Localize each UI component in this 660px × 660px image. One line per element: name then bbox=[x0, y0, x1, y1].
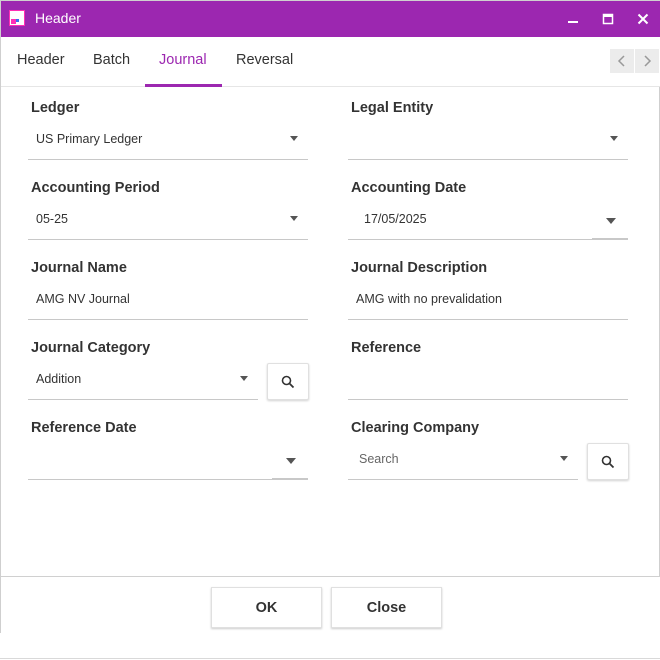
dropdown-arrow-icon bbox=[610, 136, 618, 141]
accounting-date-input[interactable]: 17/05/2025 bbox=[348, 200, 592, 240]
accounting-period-label: Accounting Period bbox=[31, 180, 160, 196]
window-title: Header bbox=[35, 10, 81, 26]
legal-entity-select[interactable] bbox=[348, 120, 628, 160]
dropdown-arrow-icon bbox=[560, 456, 568, 461]
accounting-date-value: 17/05/2025 bbox=[364, 212, 427, 226]
chevron-left-icon bbox=[617, 55, 625, 67]
dropdown-arrow-icon bbox=[290, 136, 298, 141]
tab-scroll-left-button[interactable] bbox=[610, 49, 634, 73]
journal-description-value: AMG with no prevalidation bbox=[356, 292, 502, 306]
maximize-icon bbox=[602, 13, 614, 25]
journal-description-label: Journal Description bbox=[351, 260, 488, 276]
journal-description-input[interactable]: AMG with no prevalidation bbox=[348, 280, 628, 320]
tab-header[interactable]: Header bbox=[17, 52, 65, 87]
app-icon bbox=[8, 9, 26, 27]
legal-entity-label: Legal Entity bbox=[351, 100, 434, 116]
chevron-right-icon bbox=[644, 55, 652, 67]
clearing-company-placeholder: Search bbox=[359, 452, 399, 466]
accounting-date-label: Accounting Date bbox=[351, 180, 467, 196]
close-icon bbox=[637, 13, 649, 25]
tab-bar: Header Batch Journal Reversal bbox=[1, 37, 660, 87]
ledger-label: Ledger bbox=[31, 100, 80, 116]
journal-name-input[interactable]: AMG NV Journal bbox=[28, 280, 308, 320]
dropdown-arrow-icon bbox=[240, 376, 248, 381]
dialog-footer: OK Close bbox=[1, 576, 660, 634]
minimize-icon bbox=[568, 21, 578, 23]
dropdown-arrow-icon bbox=[606, 218, 616, 224]
dropdown-arrow-icon bbox=[290, 216, 298, 221]
minimize-button[interactable] bbox=[555, 1, 591, 37]
tab-journal[interactable]: Journal bbox=[159, 52, 207, 87]
reference-label: Reference bbox=[351, 340, 422, 356]
clearing-company-select[interactable]: Search bbox=[348, 440, 578, 480]
tab-scroll-right-button[interactable] bbox=[635, 49, 659, 73]
accounting-period-value: 05-25 bbox=[36, 212, 68, 226]
accounting-date-picker-button[interactable] bbox=[592, 200, 628, 240]
background-divider bbox=[0, 658, 660, 659]
journal-category-value: Addition bbox=[36, 372, 82, 386]
tab-reversal[interactable]: Reversal bbox=[236, 52, 293, 87]
dialog-window: Header Header Batch Journal Reversal Led… bbox=[0, 0, 660, 634]
ledger-value: US Primary Ledger bbox=[36, 132, 143, 146]
journal-name-label: Journal Name bbox=[31, 260, 127, 276]
ledger-select[interactable]: US Primary Ledger bbox=[28, 120, 308, 160]
journal-category-search-button[interactable] bbox=[267, 363, 309, 400]
journal-category-label: Journal Category bbox=[31, 340, 151, 356]
search-icon bbox=[601, 455, 615, 468]
journal-category-select[interactable]: Addition bbox=[28, 360, 258, 400]
clearing-company-search-button[interactable] bbox=[587, 443, 629, 480]
maximize-button[interactable] bbox=[590, 1, 626, 37]
reference-date-input[interactable] bbox=[28, 440, 272, 480]
tab-batch[interactable]: Batch bbox=[93, 52, 130, 87]
active-tab-indicator bbox=[145, 84, 222, 87]
journal-name-value: AMG NV Journal bbox=[36, 292, 130, 306]
accounting-period-select[interactable]: 05-25 bbox=[28, 200, 308, 240]
close-window-button[interactable] bbox=[625, 1, 660, 37]
reference-date-label: Reference Date bbox=[31, 420, 137, 436]
reference-date-picker-button[interactable] bbox=[272, 440, 308, 480]
search-icon bbox=[281, 375, 295, 388]
ok-button[interactable]: OK bbox=[211, 587, 322, 628]
title-bar[interactable]: Header bbox=[1, 1, 660, 37]
dropdown-arrow-icon bbox=[286, 458, 296, 464]
reference-input[interactable] bbox=[348, 360, 628, 400]
close-button[interactable]: Close bbox=[331, 587, 442, 628]
clearing-company-label: Clearing Company bbox=[351, 420, 480, 436]
